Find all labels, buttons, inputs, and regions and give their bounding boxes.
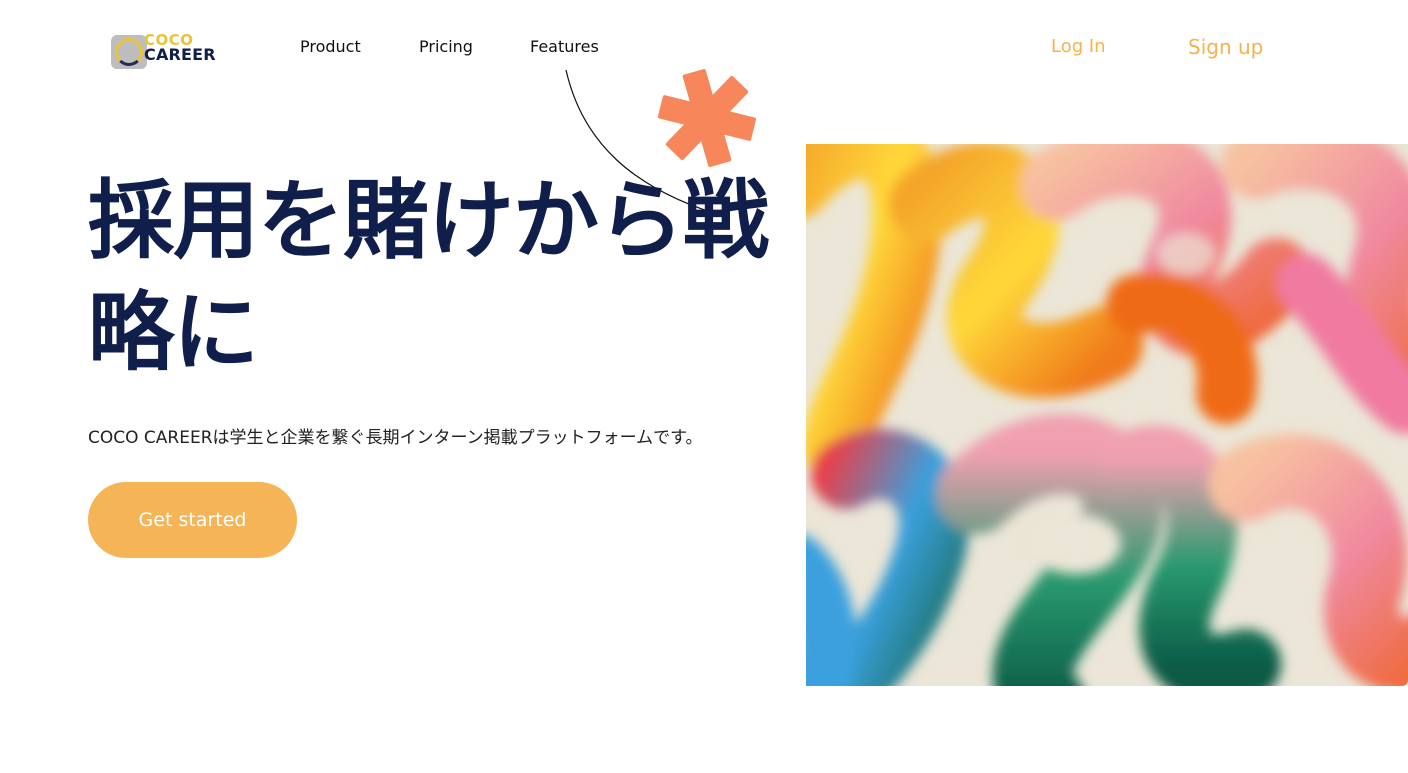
hero-title-line2: 略に xyxy=(88,283,259,383)
get-started-button[interactable]: Get started xyxy=(88,482,297,558)
hero-artwork-image xyxy=(806,144,1408,686)
hero-title: 採用を賭けから戦 略に xyxy=(88,165,788,389)
asterisk-icon xyxy=(657,69,757,167)
signup-link[interactable]: Sign up xyxy=(1188,35,1263,59)
nav-features[interactable]: Features xyxy=(530,37,599,56)
gradient-lettering-art xyxy=(806,144,1408,686)
logo-badge-icon xyxy=(111,35,147,69)
brand-logo[interactable]: COCO CAREER xyxy=(110,31,220,72)
brand-name-line2: CAREER xyxy=(144,45,216,64)
hero-title-line1: 採用を賭けから戦 xyxy=(88,171,769,271)
nav-pricing[interactable]: Pricing xyxy=(419,37,473,56)
nav-product[interactable]: Product xyxy=(300,37,361,56)
login-link[interactable]: Log In xyxy=(1051,36,1106,57)
hero-subtitle: COCO CAREERは学生と企業を繋ぐ長期インターン掲載プラットフォームです。 xyxy=(88,428,703,448)
